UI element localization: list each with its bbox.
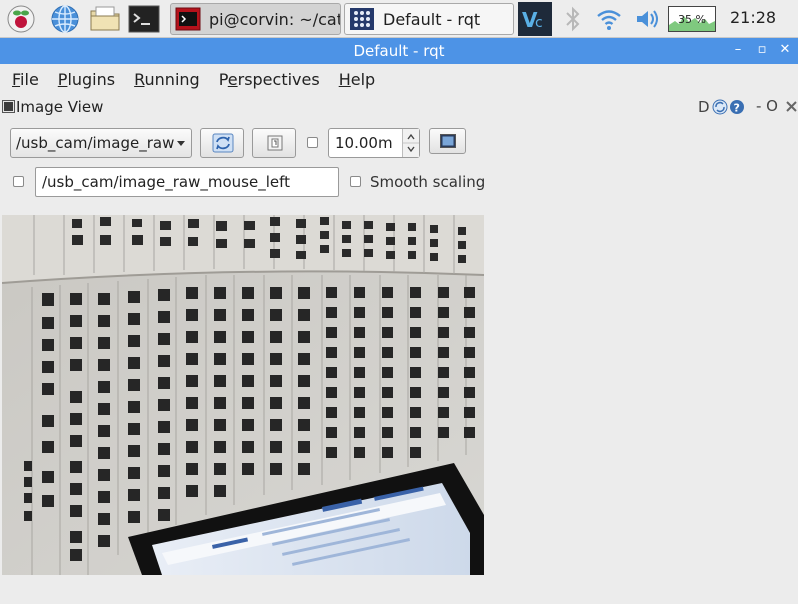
wifi-icon[interactable] [594, 4, 624, 34]
volume-icon[interactable] [632, 4, 662, 34]
cpu-percent: 35 % [678, 12, 706, 26]
fit-image-button[interactable] [429, 128, 466, 154]
menu-bar: File Plugins Running Perspectives Help [0, 64, 798, 94]
bluetooth-icon[interactable] [558, 4, 588, 34]
camera-image-view[interactable] [2, 215, 484, 575]
svg-text:c: c [535, 15, 543, 31]
window-titlebar[interactable]: Default - rqt – ▫ ✕ [0, 38, 798, 64]
clock: 21:28 [730, 8, 777, 27]
save-icon [267, 135, 283, 151]
menu-plugins[interactable]: Plugins [46, 64, 115, 94]
close-button[interactable]: ✕ [777, 42, 793, 58]
mouse-topic-input[interactable]: /usb_cam/image_raw_mouse_left [35, 167, 339, 197]
minimize-plugin-button[interactable]: - O [756, 97, 778, 115]
terminal-icon[interactable] [128, 4, 160, 34]
help-icon[interactable]: ? [729, 99, 745, 115]
smooth-scaling-checkbox[interactable] [350, 176, 361, 187]
camera-frame [2, 215, 484, 575]
topic-combobox-value: /usb_cam/image_raw [16, 134, 175, 152]
refresh-topics-button[interactable] [200, 128, 244, 158]
dock-help-icon[interactable]: D [698, 98, 710, 116]
image-view-icon [2, 100, 15, 113]
maximize-button[interactable]: ▫ [754, 42, 770, 58]
terminal-app-icon [175, 7, 201, 31]
reload-plugin-icon[interactable] [712, 99, 728, 115]
spin-up-down-icon [403, 133, 419, 153]
svg-text:?: ? [734, 102, 740, 115]
menu-running[interactable]: Running [122, 64, 200, 94]
menu-perspectives[interactable]: Perspectives [207, 64, 320, 94]
image-icon [440, 134, 456, 148]
vnc-icon[interactable]: V c [518, 2, 552, 36]
close-plugin-icon[interactable] [786, 101, 797, 112]
plugin-header: Image View D ? - O [0, 96, 798, 118]
max-range-spinbox[interactable]: 10.00m [328, 128, 420, 158]
task-terminal[interactable]: pi@corvin: ~/cat... [170, 3, 341, 35]
refresh-icon [212, 133, 234, 153]
plugin-title: Image View [16, 98, 104, 116]
save-image-button[interactable] [252, 128, 296, 158]
menu-help[interactable]: Help [327, 64, 375, 94]
task-label: Default - rqt [383, 9, 481, 29]
max-range-value: 10.00m [335, 134, 393, 152]
menu-file[interactable]: File [0, 64, 39, 94]
web-browser-icon[interactable] [50, 4, 80, 34]
taskbar: pi@corvin: ~/cat... Default - rqt V c [0, 0, 798, 38]
raspberry-menu-icon[interactable] [6, 4, 36, 34]
spinbox-arrows[interactable] [402, 129, 419, 157]
smooth-scaling-label: Smooth scaling [370, 173, 486, 191]
task-label: pi@corvin: ~/cat... [209, 9, 340, 29]
task-rqt[interactable]: Default - rqt [344, 3, 514, 35]
rqt-app-icon [350, 8, 374, 30]
dynamic-range-checkbox[interactable] [307, 137, 318, 148]
window-title: Default - rqt [353, 42, 445, 60]
file-manager-icon[interactable] [88, 4, 120, 34]
mouse-publish-checkbox[interactable] [13, 176, 24, 187]
cpu-usage-monitor: 35 % [668, 6, 716, 32]
chevron-down-icon [177, 141, 185, 146]
topic-combobox[interactable]: /usb_cam/image_raw [10, 128, 192, 158]
minimize-button[interactable]: – [730, 42, 746, 58]
